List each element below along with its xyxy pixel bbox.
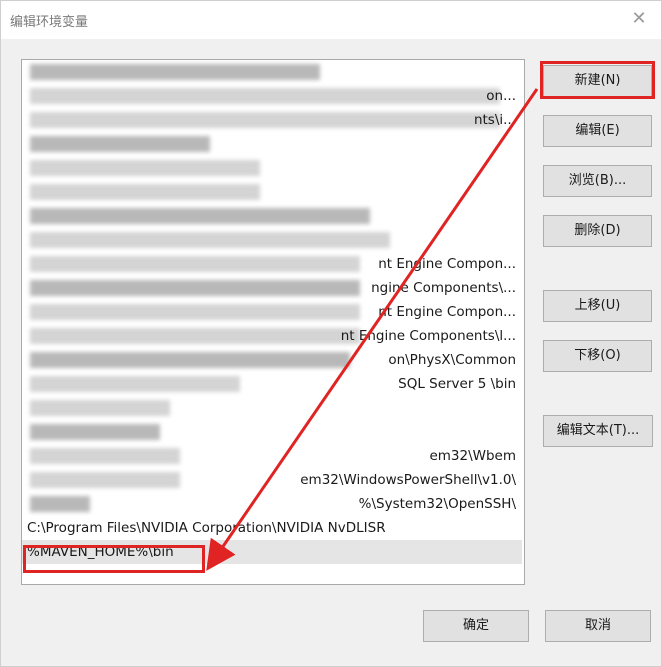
close-icon[interactable]: ✕ bbox=[627, 7, 651, 31]
redacted-path bbox=[30, 448, 180, 464]
redacted-path bbox=[30, 136, 210, 152]
path-list-item[interactable]: em32\WindowsPowerShell\v1.0\ bbox=[22, 468, 522, 492]
redacted-path bbox=[30, 160, 260, 176]
path-list-item[interactable] bbox=[22, 396, 522, 420]
path-list-item[interactable]: em32\Wbem bbox=[22, 444, 522, 468]
redacted-path bbox=[30, 376, 240, 392]
redacted-path bbox=[30, 88, 500, 104]
redacted-path bbox=[30, 328, 360, 344]
edit-button[interactable]: 编辑(E) bbox=[543, 115, 652, 147]
path-text-suffix: ngine Components\... bbox=[371, 280, 516, 296]
delete-button[interactable]: 删除(D) bbox=[543, 215, 652, 247]
redacted-path bbox=[30, 352, 350, 368]
window-title: 编辑环境变量 bbox=[10, 15, 89, 30]
path-list-item[interactable]: ngine Components\... bbox=[22, 276, 522, 300]
path-list-item[interactable] bbox=[22, 420, 522, 444]
edit-text-button[interactable]: 编辑文本(T)... bbox=[543, 415, 653, 447]
redacted-path bbox=[30, 424, 160, 440]
path-text-suffix: nt Engine Compon... bbox=[378, 256, 516, 272]
path-text-suffix: SQL Server 5 \bin bbox=[398, 376, 516, 392]
move-down-button[interactable]: 下移(O) bbox=[543, 340, 652, 372]
path-text-suffix: on... bbox=[486, 88, 516, 104]
browse-button[interactable]: 浏览(B)... bbox=[543, 165, 652, 197]
redacted-path bbox=[30, 400, 170, 416]
title-bar: 编辑环境变量 ✕ bbox=[1, 1, 661, 39]
path-text-suffix: nt Engine Compon... bbox=[378, 304, 516, 320]
path-list-item[interactable]: %MAVEN_HOME%\bin bbox=[22, 540, 522, 564]
redacted-path bbox=[30, 232, 390, 248]
path-list-item[interactable]: nt Engine Compon... bbox=[22, 252, 522, 276]
path-text-suffix: nt Engine Components\l... bbox=[340, 328, 516, 344]
path-list-item[interactable]: SQL Server 5 \bin bbox=[22, 372, 522, 396]
redacted-path bbox=[30, 64, 320, 80]
path-list-item[interactable] bbox=[22, 60, 522, 84]
redacted-path bbox=[30, 256, 360, 272]
path-list-item[interactable]: C:\Program Files\NVIDIA Corporation\NVID… bbox=[22, 516, 522, 540]
redacted-path bbox=[30, 496, 90, 512]
path-list-item[interactable]: nts\i... bbox=[22, 108, 522, 132]
redacted-path bbox=[30, 184, 260, 200]
redacted-path bbox=[30, 112, 500, 128]
path-list-item[interactable]: on... bbox=[22, 84, 522, 108]
path-list-item[interactable] bbox=[22, 132, 522, 156]
path-text-suffix: em32\Wbem bbox=[429, 448, 516, 464]
cancel-button[interactable]: 取消 bbox=[545, 610, 651, 642]
path-text-suffix: %\System32\OpenSSH\ bbox=[358, 496, 516, 512]
path-list[interactable]: on... nts\i... nt Engine Compon... ngine Co… bbox=[21, 59, 525, 585]
path-text-suffix: em32\WindowsPowerShell\v1.0\ bbox=[300, 472, 516, 488]
redacted-path bbox=[30, 472, 180, 488]
path-list-item[interactable] bbox=[22, 204, 522, 228]
redacted-path bbox=[30, 208, 370, 224]
path-list-item[interactable]: %\System32\OpenSSH\ bbox=[22, 492, 522, 516]
path-list-item[interactable] bbox=[22, 180, 522, 204]
path-list-item[interactable]: nt Engine Components\l... bbox=[22, 324, 522, 348]
redacted-path bbox=[30, 280, 360, 296]
move-up-button[interactable]: 上移(U) bbox=[543, 290, 652, 322]
path-list-item[interactable] bbox=[22, 156, 522, 180]
path-list-item[interactable]: nt Engine Compon... bbox=[22, 300, 522, 324]
path-text-suffix: nts\i... bbox=[473, 112, 516, 128]
path-text: %MAVEN_HOME%\bin bbox=[27, 544, 174, 560]
path-list-item[interactable]: on\PhysX\Common bbox=[22, 348, 522, 372]
path-list-item[interactable] bbox=[22, 228, 522, 252]
ok-button[interactable]: 确定 bbox=[423, 610, 529, 642]
path-text-suffix: on\PhysX\Common bbox=[388, 352, 516, 368]
new-button[interactable]: 新建(N) bbox=[543, 65, 652, 97]
path-text: C:\Program Files\NVIDIA Corporation\NVID… bbox=[27, 520, 386, 536]
redacted-path bbox=[30, 304, 360, 320]
edit-env-var-dialog: 编辑环境变量 ✕ on... nts\i... nt Engine Compon..… bbox=[0, 0, 662, 667]
